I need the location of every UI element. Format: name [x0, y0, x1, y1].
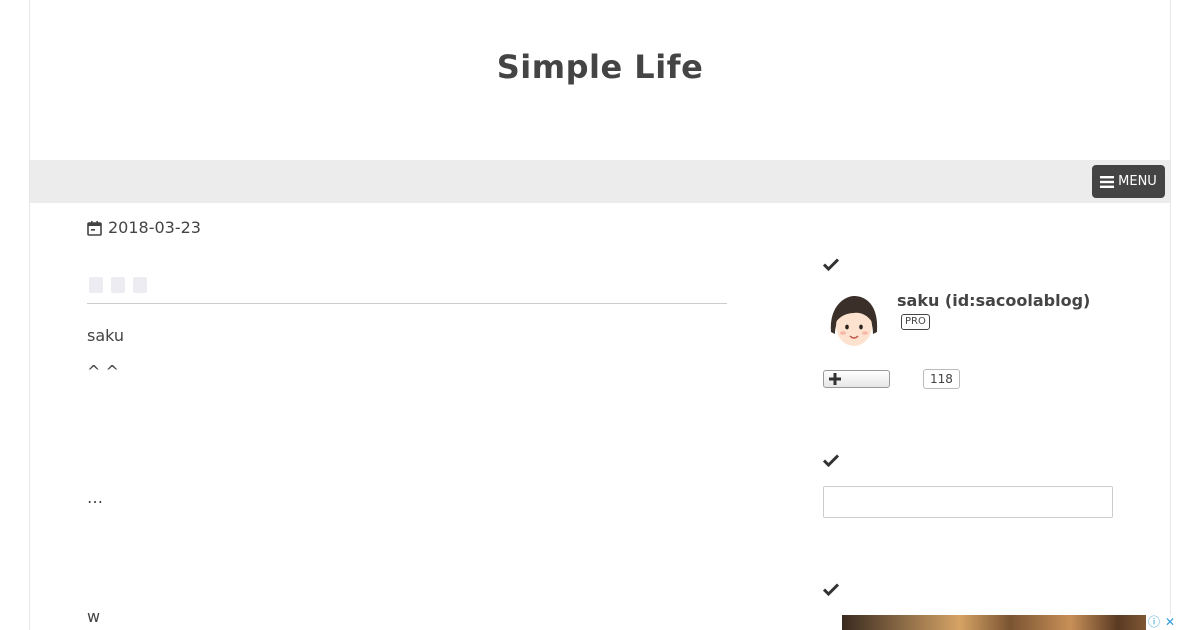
check-icon [823, 454, 839, 467]
body-line: w [87, 607, 101, 626]
ad-close-icon[interactable]: ✕ [1162, 615, 1178, 630]
hamburger-icon [1100, 175, 1115, 188]
missing-glyph [89, 277, 103, 293]
profile-name[interactable]: saku (id:sacoolablog) [897, 291, 1090, 310]
menu-label: MENU [1118, 174, 1157, 189]
missing-glyph [111, 277, 125, 293]
ad-info-icon[interactable]: ⓘ [1146, 615, 1162, 630]
entry-date: 2018-03-23 [87, 218, 201, 237]
entry-title[interactable] [89, 277, 147, 293]
pro-badge[interactable]: PRO [901, 314, 930, 330]
missing-glyph [133, 277, 147, 293]
plus-icon [829, 373, 841, 385]
body-line: ^ ^ [87, 362, 119, 381]
menu-button[interactable]: MENU [1092, 165, 1165, 198]
check-icon [823, 258, 839, 271]
avatar-illustration [823, 292, 885, 354]
title-divider [87, 303, 727, 304]
follower-count[interactable]: 118 [923, 369, 960, 389]
search-input[interactable] [823, 486, 1113, 518]
avatar[interactable] [823, 292, 885, 354]
check-icon [823, 583, 839, 596]
ad-banner-image[interactable] [842, 615, 1178, 630]
follow-button[interactable] [823, 370, 890, 388]
entry-date-link[interactable]: 2018-03-23 [108, 218, 201, 237]
calendar-icon [87, 220, 102, 236]
navigation-bar: MENU [30, 160, 1170, 203]
site-title[interactable]: Simple Life [30, 48, 1170, 86]
body-line: … [87, 488, 103, 507]
page-container: Simple Life MENU 2018-03-23 saku ^ ^ … w [29, 0, 1171, 630]
body-line: saku [87, 326, 125, 345]
